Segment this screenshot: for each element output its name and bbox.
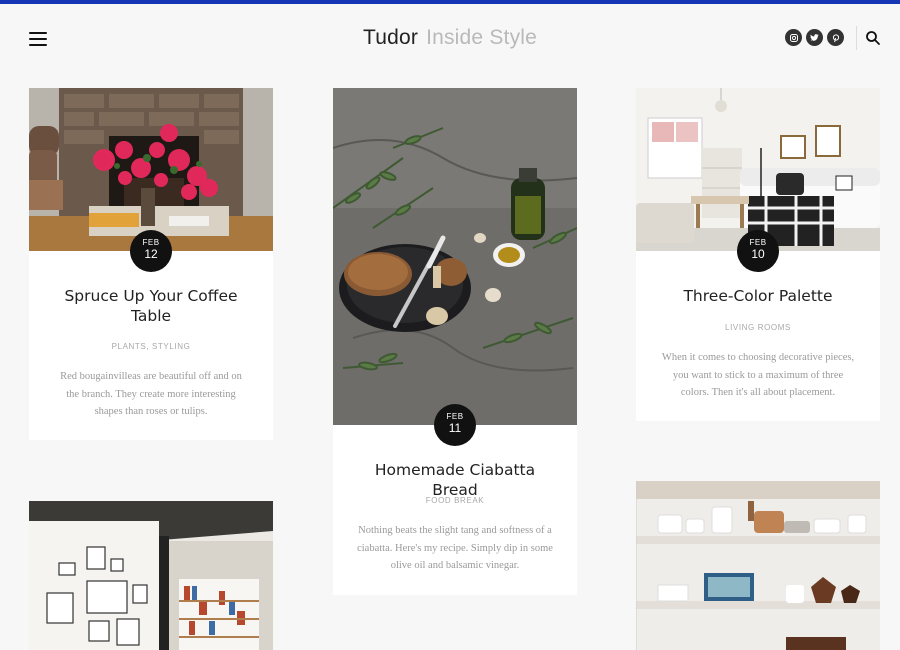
site-logo[interactable]: Tudor Inside Style	[0, 26, 900, 50]
twitter-icon[interactable]	[806, 29, 823, 46]
instagram-icon[interactable]	[785, 29, 802, 46]
post-excerpt: When it comes to choosing decorative pie…	[661, 352, 855, 398]
post-title[interactable]: Homemade Ciabatta Bread	[353, 460, 557, 500]
header-divider	[856, 26, 857, 50]
date-day: 11	[448, 421, 462, 435]
post-categories[interactable]: PLANTS, STYLING	[29, 342, 273, 351]
post-image-living-room[interactable]	[636, 88, 880, 251]
search-icon[interactable]	[865, 30, 881, 46]
post-card[interactable]: FEB 12 Spruce Up Your Coffee Table PLANT…	[29, 88, 273, 440]
site-header: Tudor Inside Style	[0, 4, 900, 70]
date-badge: FEB 10	[737, 230, 779, 272]
post-title[interactable]: Spruce Up Your Coffee Table	[49, 286, 253, 326]
post-card[interactable]: FEB 10 Three-Color Palette LIVING ROOMS …	[636, 88, 880, 421]
pinterest-icon[interactable]	[827, 29, 844, 46]
post-image-gallery-wall[interactable]	[29, 501, 273, 650]
post-card[interactable]	[636, 481, 880, 650]
date-badge: FEB 12	[130, 230, 172, 272]
date-month: FEB	[749, 238, 767, 247]
date-month: FEB	[142, 238, 160, 247]
date-month: FEB	[446, 412, 464, 421]
post-categories[interactable]: LIVING ROOMS	[636, 323, 880, 332]
brand-tagline: Inside Style	[426, 26, 538, 49]
post-image-kitchen-shelves[interactable]	[636, 481, 880, 650]
post-image-ciabatta-bread[interactable]	[333, 88, 577, 425]
date-day: 10	[751, 247, 765, 261]
date-badge: FEB 11	[434, 404, 476, 446]
post-card[interactable]: FEB 11 Homemade Ciabatta Bread FOOD BREA…	[333, 88, 577, 595]
post-title[interactable]: Three-Color Palette	[656, 286, 860, 306]
social-links	[785, 29, 844, 46]
post-categories[interactable]: FOOD BREAK	[333, 496, 577, 505]
post-excerpt: Red bougainvilleas are beautiful off and…	[60, 371, 242, 417]
date-day: 12	[144, 247, 158, 261]
post-card[interactable]	[29, 501, 273, 650]
post-image-fireplace-flowers[interactable]	[29, 88, 273, 251]
post-excerpt: Nothing beats the slight tang and softne…	[357, 525, 553, 571]
brand-name: Tudor	[362, 26, 419, 49]
